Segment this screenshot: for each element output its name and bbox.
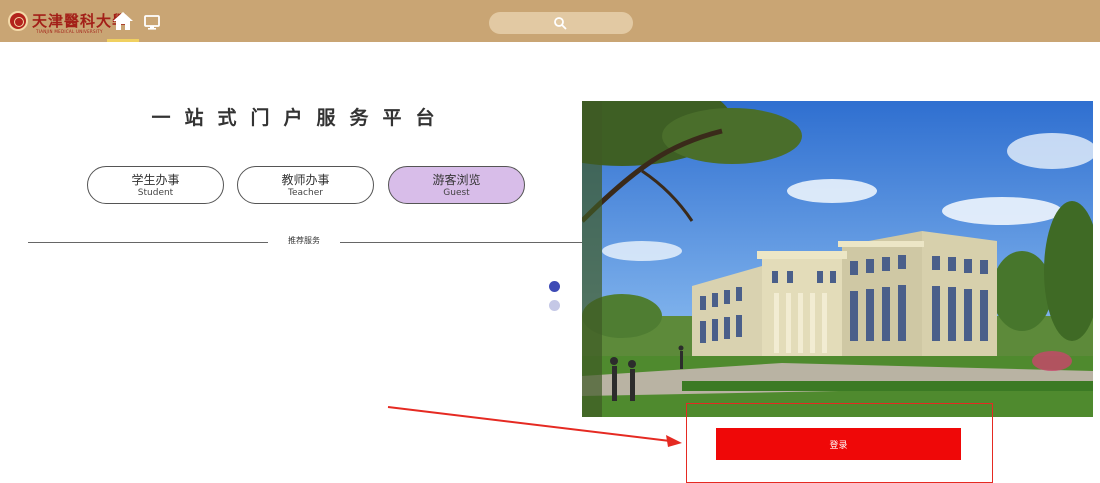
guest-button-label: 游客浏览	[432, 173, 481, 187]
search-input[interactable]	[489, 12, 633, 34]
student-button[interactable]: 学生办事 Student	[87, 166, 224, 204]
top-nav-bar: 天津醫科大學 TIANJIN MEDICAL UNIVERSITY	[0, 0, 1100, 42]
annotation-arrow	[387, 406, 682, 447]
monitor-icon[interactable]	[144, 15, 160, 31]
search-icon[interactable]	[553, 16, 567, 30]
teacher-button-sublabel: Teacher	[288, 188, 323, 198]
home-icon[interactable]	[112, 11, 134, 31]
guest-button[interactable]: 游客浏览 Guest	[388, 166, 525, 204]
carousel-dot-2[interactable]	[549, 300, 560, 311]
student-button-label: 学生办事	[131, 173, 180, 187]
teacher-button-label: 教师办事	[281, 173, 330, 187]
divider-line-left	[28, 242, 268, 243]
campus-building-image	[582, 101, 1093, 417]
recommended-services-label: 推荐服务	[288, 236, 320, 245]
guest-button-sublabel: Guest	[443, 188, 470, 198]
seal-icon	[8, 11, 28, 31]
active-nav-indicator	[107, 39, 139, 42]
logo-subtitle: TIANJIN MEDICAL UNIVERSITY	[36, 29, 103, 34]
divider-line-right	[340, 242, 583, 243]
page-title: 一站式门户服务平台	[151, 107, 449, 129]
teacher-button[interactable]: 教师办事 Teacher	[237, 166, 374, 204]
login-button[interactable]: 登录	[716, 428, 961, 460]
student-button-sublabel: Student	[137, 188, 174, 198]
university-logo[interactable]: 天津醫科大學 TIANJIN MEDICAL UNIVERSITY	[8, 9, 128, 34]
carousel-dot-1[interactable]	[549, 281, 560, 292]
